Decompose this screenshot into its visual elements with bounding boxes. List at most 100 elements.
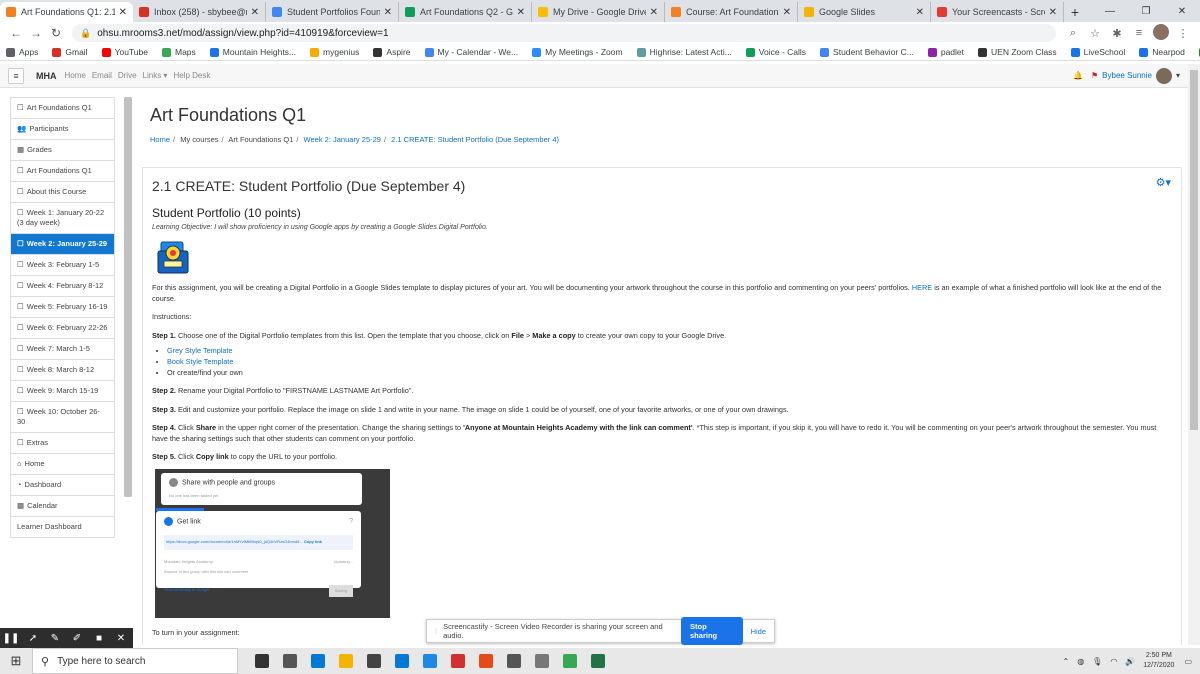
- close-tab-icon[interactable]: ✕: [1049, 7, 1057, 18]
- windows-start-icon[interactable]: ⊞: [0, 653, 32, 669]
- bookmark-item[interactable]: Voice - Calls: [745, 47, 806, 57]
- reading-list-icon[interactable]: ≡: [1128, 27, 1150, 39]
- search-icon[interactable]: ⌕: [1062, 27, 1084, 40]
- user-menu[interactable]: 🔔 ⚑ Bybee Sunnie ▾: [1073, 67, 1180, 84]
- taskbar-search[interactable]: ⚲ Type here to search: [32, 648, 238, 674]
- bookmark-star-icon[interactable]: ☆: [1084, 27, 1106, 40]
- breadcrumb-course[interactable]: Art Foundations Q1: [228, 135, 293, 144]
- cursor-icon[interactable]: ➚: [22, 633, 44, 644]
- tray-chevron-icon[interactable]: ⌃: [1062, 657, 1069, 666]
- bookmark-item[interactable]: Student Behavior C...: [820, 47, 914, 57]
- sidebar-item[interactable]: ☐ Week 6: February 22-26: [10, 318, 115, 339]
- nav-link-help-desk[interactable]: Help Desk: [173, 71, 210, 80]
- nav-link-home[interactable]: Home: [65, 71, 86, 80]
- breadcrumb-week[interactable]: Week 2: January 25-29: [304, 135, 381, 144]
- close-toolbar-icon[interactable]: ✕: [110, 633, 132, 644]
- clock[interactable]: 2:50 PM 12/7/2020: [1143, 651, 1174, 671]
- browser-tab[interactable]: Inbox (258) - sbybee@mou ✕: [133, 2, 266, 22]
- new-tab-button[interactable]: +: [1064, 2, 1086, 22]
- taskbar-app-icon[interactable]: [332, 648, 360, 674]
- sidebar-item[interactable]: ☐ Week 1: January 20-22 (3 day week): [10, 203, 115, 234]
- chevron-down-icon[interactable]: ▾: [1176, 71, 1180, 80]
- network-icon[interactable]: ◍: [1077, 657, 1084, 666]
- maximize-icon[interactable]: ❐: [1128, 6, 1164, 17]
- close-tab-icon[interactable]: ✕: [517, 7, 525, 18]
- taskbar-app-icon[interactable]: [248, 648, 276, 674]
- user-avatar[interactable]: [1155, 67, 1172, 84]
- bookmark-item[interactable]: mygenius: [310, 47, 359, 57]
- sidebar-scrollbar[interactable]: [124, 97, 132, 497]
- hide-button[interactable]: Hide: [751, 627, 766, 636]
- nav-link-links[interactable]: Links ▾: [143, 71, 168, 80]
- sidebar-item[interactable]: ⌂ Home: [10, 454, 115, 475]
- bookmark-item[interactable]: UEN Zoom Class: [978, 47, 1057, 57]
- highlighter-icon[interactable]: ✐: [66, 633, 88, 644]
- pause-icon[interactable]: ❚❚: [0, 633, 22, 644]
- sidebar-item[interactable]: ☐ Week 9: March 15-19: [10, 381, 115, 402]
- browser-tab[interactable]: Google Slides ✕: [798, 2, 931, 22]
- bookmark-item[interactable]: padlet: [927, 47, 964, 57]
- taskbar-app-icon[interactable]: [584, 648, 612, 674]
- taskbar-app-icon[interactable]: [304, 648, 332, 674]
- pen-icon[interactable]: ✎: [44, 633, 66, 644]
- breadcrumb-home[interactable]: Home: [150, 135, 170, 144]
- volume-icon[interactable]: 🔊: [1125, 657, 1135, 666]
- sidebar-item[interactable]: ☐ Week 2: January 25-29: [10, 234, 115, 255]
- bookmark-item[interactable]: Mountain Heights...: [209, 47, 296, 57]
- sidebar-item[interactable]: Learner Dashboard: [10, 517, 115, 538]
- close-tab-icon[interactable]: ✕: [119, 7, 127, 18]
- sidebar-item[interactable]: ▦ Calendar: [10, 496, 115, 517]
- sidebar-item[interactable]: ☐ Week 10: October 26-30: [10, 402, 115, 433]
- microphone-icon[interactable]: 🎙: [1092, 657, 1102, 666]
- sidebar-item[interactable]: 👥 Participants: [10, 119, 115, 140]
- browser-tab[interactable]: Your Screencasts - Screenc ✕: [931, 2, 1064, 22]
- bookmark-item[interactable]: Aspire: [373, 47, 411, 57]
- browser-tab[interactable]: Art Foundations Q1: 2.1 CR ✕: [0, 2, 133, 22]
- bookmark-item[interactable]: Highrise: Latest Acti...: [636, 47, 732, 57]
- reload-icon[interactable]: ↻: [46, 26, 66, 40]
- wifi-icon[interactable]: ◠: [1110, 657, 1117, 666]
- breadcrumb-assignment[interactable]: 2.1 CREATE: Student Portfolio (Due Septe…: [391, 135, 559, 144]
- bookmark-item[interactable]: Gmail: [52, 47, 88, 57]
- grey-template-link[interactable]: Grey Style Template: [167, 346, 233, 355]
- close-tab-icon[interactable]: ✕: [783, 7, 791, 18]
- browser-tab[interactable]: Art Foundations Q2 - Goog ✕: [399, 2, 532, 22]
- notification-bell-icon[interactable]: 🔔: [1073, 71, 1083, 80]
- profile-avatar[interactable]: [1150, 23, 1172, 43]
- sidebar-item[interactable]: ◔ Dashboard: [10, 475, 115, 496]
- gear-icon[interactable]: ⚙▾: [1156, 176, 1171, 189]
- taskbar-app-icon[interactable]: [444, 648, 472, 674]
- sidebar-item[interactable]: ☐ Week 3: February 1-5: [10, 255, 115, 276]
- url-bar[interactable]: 🔒 ohsu.mrooms3.net/mod/assign/view.php?i…: [72, 24, 1056, 42]
- site-name[interactable]: MHA: [36, 71, 57, 81]
- taskbar-app-icon[interactable]: [388, 648, 416, 674]
- user-name[interactable]: Bybee Sunnie: [1102, 71, 1152, 80]
- taskbar-app-icon[interactable]: [360, 648, 388, 674]
- hamburger-menu-icon[interactable]: ≡: [8, 67, 24, 84]
- bookmark-item[interactable]: My - Calendar - We...: [424, 47, 518, 57]
- sidebar-item[interactable]: ☐ Art Foundations Q1: [10, 97, 115, 119]
- page-scrollbar[interactable]: [1188, 64, 1200, 645]
- close-tab-icon[interactable]: ✕: [650, 7, 658, 18]
- forward-icon[interactable]: →: [26, 26, 46, 40]
- back-icon[interactable]: ←: [6, 26, 26, 40]
- sidebar-item[interactable]: ☐ Art Foundations Q1: [10, 161, 115, 182]
- bookmark-item[interactable]: Nearpod: [1139, 47, 1185, 57]
- sidebar-item[interactable]: ☐ Week 8: March 8-12: [10, 360, 115, 381]
- menu-icon[interactable]: ⋮: [1172, 27, 1194, 40]
- bookmark-item[interactable]: My Meetings - Zoom: [532, 47, 623, 57]
- camera-icon[interactable]: ■: [88, 633, 110, 644]
- taskbar-app-icon[interactable]: [556, 648, 584, 674]
- sidebar-item[interactable]: ☐ Week 5: February 16-19: [10, 297, 115, 318]
- book-template-link[interactable]: Book Style Template: [167, 357, 233, 366]
- browser-tab[interactable]: Course: Art Foundations Q ✕: [665, 2, 798, 22]
- taskbar-app-icon[interactable]: [472, 648, 500, 674]
- example-link[interactable]: HERE: [912, 283, 932, 292]
- taskbar-app-icon[interactable]: [528, 648, 556, 674]
- browser-tab[interactable]: Student Portfolios Foundati ✕: [266, 2, 399, 22]
- sidebar-item[interactable]: ☐ Extras: [10, 433, 115, 454]
- sidebar-item[interactable]: ☐ Week 7: March 1-5: [10, 339, 115, 360]
- extensions-icon[interactable]: ✱: [1106, 27, 1128, 40]
- close-tab-icon[interactable]: ✕: [251, 7, 259, 18]
- browser-tab[interactable]: My Drive - Google Drive ✕: [532, 2, 665, 22]
